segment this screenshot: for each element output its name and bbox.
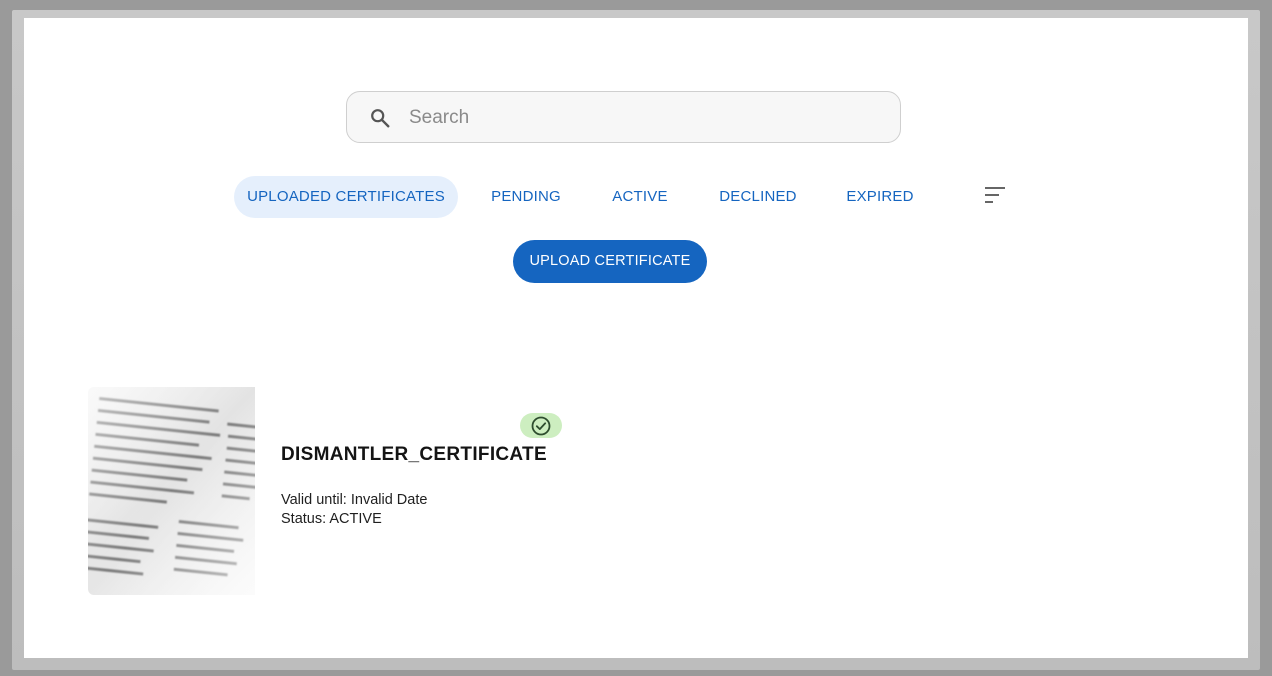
- certificate-status: Status: ACTIVE: [281, 511, 382, 527]
- document-thumbnail[interactable]: [88, 387, 255, 595]
- search-input[interactable]: [407, 102, 881, 134]
- tab-expired[interactable]: EXPIRED: [834, 176, 926, 218]
- document-image: [88, 387, 255, 595]
- status-badge: [520, 413, 562, 438]
- upload-certificate-button[interactable]: UPLOAD CERTIFICATE: [513, 240, 707, 283]
- sort-icon[interactable]: [983, 184, 1009, 206]
- certificate-name[interactable]: DISMANTLER_CERTIFICATE: [281, 444, 547, 466]
- tab-pending[interactable]: PENDING: [480, 176, 572, 218]
- tab-declined[interactable]: DECLINED: [706, 176, 810, 218]
- search-icon: [371, 109, 390, 128]
- certificates-page: UPLOADED CERTIFICATES PENDING ACTIVE DEC…: [24, 18, 1248, 658]
- tab-active[interactable]: ACTIVE: [599, 176, 681, 218]
- certificate-valid-until: Valid until: Invalid Date: [281, 492, 428, 508]
- check-circle-icon: [531, 416, 551, 436]
- search-bar[interactable]: [346, 91, 901, 143]
- tab-uploaded-certificates[interactable]: UPLOADED CERTIFICATES: [234, 176, 458, 218]
